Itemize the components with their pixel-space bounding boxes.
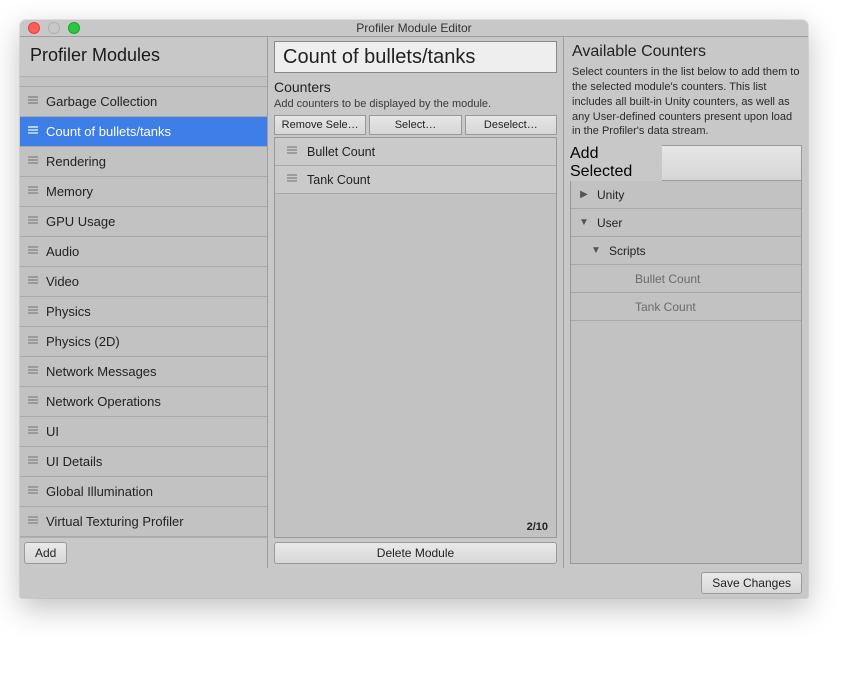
modules-list[interactable]: Garbage Collection Count of bullets/tanks… <box>20 76 267 538</box>
module-item[interactable]: Physics <box>20 297 267 327</box>
module-detail-column: Counters Add counters to be displayed by… <box>268 37 564 568</box>
counter-item-label: Bullet Count <box>307 145 375 159</box>
available-counters-tree[interactable]: ▶ Unity ▼ User ▼ Scripts Bullet Count Tank Coun… <box>570 181 802 564</box>
save-changes-button[interactable]: Save Changes <box>701 572 802 594</box>
drag-handle-icon[interactable] <box>26 155 40 168</box>
tree-label: Tank Count <box>635 300 696 314</box>
drag-handle-icon[interactable] <box>26 275 40 288</box>
drag-handle-icon[interactable] <box>26 215 40 228</box>
counters-header: Counters <box>274 79 557 95</box>
footer: Save Changes <box>20 568 808 598</box>
traffic-lights <box>28 22 80 34</box>
available-counters-column: Available Counters Select counters in th… <box>564 37 808 568</box>
window-title: Profiler Module Editor <box>28 21 800 35</box>
module-item[interactable]: Garbage Collection <box>20 87 267 117</box>
tree-leaf[interactable]: Tank Count <box>571 293 801 321</box>
module-item-label: Physics <box>46 304 91 319</box>
add-selected-row: Add Selected <box>570 145 802 181</box>
delete-module-button[interactable]: Delete Module <box>274 542 557 564</box>
module-item-label: Global Illumination <box>46 484 153 499</box>
drag-handle-icon[interactable] <box>26 125 40 138</box>
drag-handle-icon[interactable] <box>26 335 40 348</box>
counter-item-label: Tank Count <box>307 173 370 187</box>
module-item-label: Audio <box>46 244 79 259</box>
toolbar-spacer <box>662 145 802 181</box>
tree-label: User <box>597 216 622 230</box>
module-item[interactable]: Virtual Texturing Profiler <box>20 507 267 537</box>
drag-handle-icon[interactable] <box>285 145 299 158</box>
drag-handle-icon[interactable] <box>26 425 40 438</box>
chevron-right-icon[interactable]: ▶ <box>577 189 591 200</box>
close-icon[interactable] <box>28 22 40 34</box>
module-item[interactable]: Audio <box>20 237 267 267</box>
module-item-label: Virtual Texturing Profiler <box>46 514 184 529</box>
available-counters-header: Available Counters <box>570 41 802 65</box>
counter-item[interactable]: Tank Count <box>275 166 556 194</box>
titlebar: Profiler Module Editor <box>20 20 808 37</box>
modules-header: Profiler Modules <box>20 37 267 76</box>
main-row: Profiler Modules Garbage Collection Count… <box>20 37 808 568</box>
add-module-button[interactable]: Add <box>24 542 67 564</box>
module-item-label: Video <box>46 274 79 289</box>
tree-leaf[interactable]: Bullet Count <box>571 265 801 293</box>
module-item[interactable]: Global Illumination <box>20 477 267 507</box>
module-item[interactable]: UI Details <box>20 447 267 477</box>
available-counters-description: Select counters in the list below to add… <box>570 65 802 145</box>
zoom-icon[interactable] <box>68 22 80 34</box>
counter-item[interactable]: Bullet Count <box>275 138 556 166</box>
module-item[interactable]: UI <box>20 417 267 447</box>
drag-handle-icon[interactable] <box>26 485 40 498</box>
minimize-icon <box>48 22 60 34</box>
module-item[interactable]: Network Operations <box>20 387 267 417</box>
module-item[interactable]: Rendering <box>20 147 267 177</box>
module-item-label: Network Operations <box>46 394 161 409</box>
module-item[interactable]: Count of bullets/tanks <box>20 117 267 147</box>
tree-group[interactable]: ▼ User <box>571 209 801 237</box>
tree-label: Scripts <box>609 244 646 258</box>
remove-selected-button[interactable]: Remove Sele… <box>274 115 366 135</box>
add-selected-button[interactable]: Add Selected <box>570 145 662 181</box>
content-area: Profiler Modules Garbage Collection Count… <box>20 37 808 598</box>
add-bar: Add <box>20 538 267 568</box>
counters-hint: Add counters to be displayed by the modu… <box>274 97 557 111</box>
profiler-module-editor-window: Profiler Module Editor Profiler Modules … <box>20 20 808 598</box>
counters-list[interactable]: Bullet Count Tank Count 2/10 <box>274 137 557 538</box>
modules-column: Profiler Modules Garbage Collection Count… <box>20 37 268 568</box>
chevron-down-icon[interactable]: ▼ <box>589 245 603 256</box>
module-item[interactable]: Physics (2D) <box>20 327 267 357</box>
module-item[interactable]: Network Messages <box>20 357 267 387</box>
tree-label: Bullet Count <box>635 272 700 286</box>
module-item-label: UI Details <box>46 454 102 469</box>
module-item-label: GPU Usage <box>46 214 115 229</box>
drag-handle-icon[interactable] <box>26 305 40 318</box>
module-item-label: Count of bullets/tanks <box>46 124 171 139</box>
module-item[interactable]: Video <box>20 267 267 297</box>
drag-handle-icon[interactable] <box>26 245 40 258</box>
module-item-label: Memory <box>46 184 93 199</box>
module-item-label: UI <box>46 424 59 439</box>
tree-label: Unity <box>597 188 624 202</box>
select-all-button[interactable]: Select… <box>369 115 461 135</box>
drag-handle-icon[interactable] <box>26 185 40 198</box>
tree-group[interactable]: ▼ Scripts <box>571 237 801 265</box>
drag-handle-icon[interactable] <box>26 365 40 378</box>
drag-handle-icon[interactable] <box>26 515 40 528</box>
module-item[interactable]: GPU Usage <box>20 207 267 237</box>
module-item[interactable]: Memory <box>20 177 267 207</box>
drag-handle-icon[interactable] <box>26 95 40 108</box>
module-item-label: Rendering <box>46 154 106 169</box>
chevron-down-icon[interactable]: ▼ <box>577 217 591 228</box>
counters-count: 2/10 <box>527 521 548 533</box>
module-item-label: Network Messages <box>46 364 157 379</box>
module-item-label: Garbage Collection <box>46 94 157 109</box>
tree-group[interactable]: ▶ Unity <box>571 181 801 209</box>
drag-handle-icon[interactable] <box>285 173 299 186</box>
module-item-label: Physics (2D) <box>46 334 120 349</box>
module-item-ghost <box>20 77 267 87</box>
drag-handle-icon[interactable] <box>26 455 40 468</box>
deselect-all-button[interactable]: Deselect… <box>465 115 557 135</box>
drag-handle-icon[interactable] <box>26 395 40 408</box>
counters-toolbar: Remove Sele… Select… Deselect… <box>274 115 557 135</box>
module-name-input[interactable] <box>274 41 557 73</box>
